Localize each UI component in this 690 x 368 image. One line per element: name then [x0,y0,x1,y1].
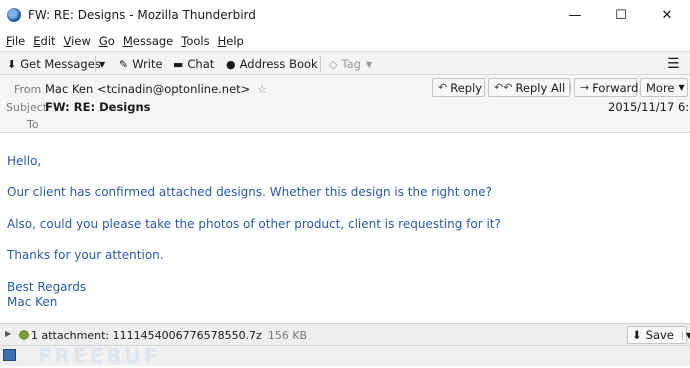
reply-all-arrow-icon: ↶↶ [494,81,513,94]
reply-label: Reply [450,80,483,95]
body-signoff: Best Regards [7,280,87,294]
more-button[interactable]: More ▼ [640,78,688,97]
body-paragraph: Also, could you please take the photos o… [7,217,501,231]
menu-edit[interactable]: Edit [33,34,55,48]
chevron-down-icon: ▼ [99,59,106,69]
expand-triangle-icon[interactable]: ▶ [5,329,11,338]
body-signature: Mac Ken [7,295,58,309]
connection-status-icon[interactable] [3,349,16,361]
get-messages-button[interactable]: ⬇ Get Messages [7,56,101,72]
body-paragraph: Our client has confirmed attached design… [7,185,492,199]
body-greeting: Hello, [7,154,42,168]
chat-bubble-icon: ▬ [173,57,184,71]
title-bar: FW: RE: Designs - Mozilla Thunderbird — … [0,0,690,31]
save-label: Save [645,328,674,342]
minimize-button[interactable]: — [552,0,598,31]
toolbar-divider [95,56,96,72]
from-value[interactable]: Mac Ken <tcinadin@optonline.net> ☆ [45,82,267,96]
attachment-label: 1 attachment: 1111454006776578550.7z [31,329,262,342]
message-date: 2015/11/17 6:22 [608,100,690,114]
menu-tools[interactable]: Tools [181,34,209,48]
close-button[interactable]: ✕ [644,0,690,31]
chevron-down-icon: ▼ [678,83,685,92]
star-icon[interactable]: ☆ [257,82,267,96]
attachment-name[interactable]: 1 attachment: 1111454006776578550.7z 156 … [31,329,307,342]
reply-arrow-icon: ↶ [438,81,448,94]
thunderbird-logo-icon [7,8,21,22]
chevron-down-icon: ▼ [365,59,373,69]
menu-help[interactable]: Help [218,34,244,48]
subject-label: Subject [6,101,48,114]
main-toolbar: ⬇ Get Messages ▼ ✎ Write ▬ Chat ● Addres… [0,51,690,75]
reply-button[interactable]: ↶ Reply [432,78,485,97]
close-icon: ✕ [661,8,673,23]
chat-label: Chat [187,57,215,71]
menu-bar: File Edit View Go Message Tools Help [0,31,690,51]
paperclip-icon [19,330,29,340]
download-icon: ⬇ [7,57,17,71]
chevron-down-icon[interactable]: ▼ [681,330,690,340]
forward-label: Forward [592,80,639,95]
reply-all-button[interactable]: ↶↶ Reply All ▼ [488,78,582,97]
person-icon: ● [226,57,236,71]
download-icon: ⬇ [632,328,642,342]
subject-value: FW: RE: Designs [45,100,151,114]
forward-button[interactable]: → Forward [574,78,639,97]
pencil-icon: ✎ [119,57,129,71]
forward-arrow-icon: → [580,81,590,94]
write-label: Write [132,57,163,71]
watermark: FREEBUF [38,344,161,368]
menu-message[interactable]: Message [123,34,173,48]
tag-icon: ◇ [329,57,338,71]
save-attachment-button[interactable]: ⬇ Save ▼ [627,326,690,344]
address-book-button[interactable]: ● Address Book [226,56,318,72]
maximize-button[interactable]: ☐ [598,0,644,31]
write-button[interactable]: ✎ Write [119,56,163,72]
menu-go[interactable]: Go [99,34,115,48]
get-messages-label: Get Messages [20,57,101,71]
more-label: More [646,80,675,95]
hamburger-menu-icon: ☰ [667,56,680,72]
maximize-icon: ☐ [615,8,627,23]
tag-label: Tag [341,57,361,71]
attachment-size: 156 KB [267,329,308,342]
sender-address[interactable]: Mac Ken <tcinadin@optonline.net> [45,82,250,96]
reply-all-label: Reply All [515,80,566,95]
minimize-icon: — [568,8,582,23]
address-book-label: Address Book [239,57,318,71]
window-title: FW: RE: Designs - Mozilla Thunderbird [28,8,256,22]
get-messages-dropdown[interactable]: ▼ [99,56,105,72]
to-label: To [27,118,39,131]
from-label: From [14,83,42,96]
menu-file[interactable]: File [6,34,25,48]
app-menu-button[interactable]: ☰ [667,56,680,72]
body-paragraph: Thanks for your attention. [7,248,164,262]
menu-view[interactable]: View [64,34,91,48]
toolbar-divider [320,56,321,72]
tag-button[interactable]: ◇ Tag ▼ [329,56,372,72]
chat-button[interactable]: ▬ Chat [173,56,214,72]
attachment-bar: ▶ 1 attachment: 1111454006776578550.7z 15… [0,323,690,345]
